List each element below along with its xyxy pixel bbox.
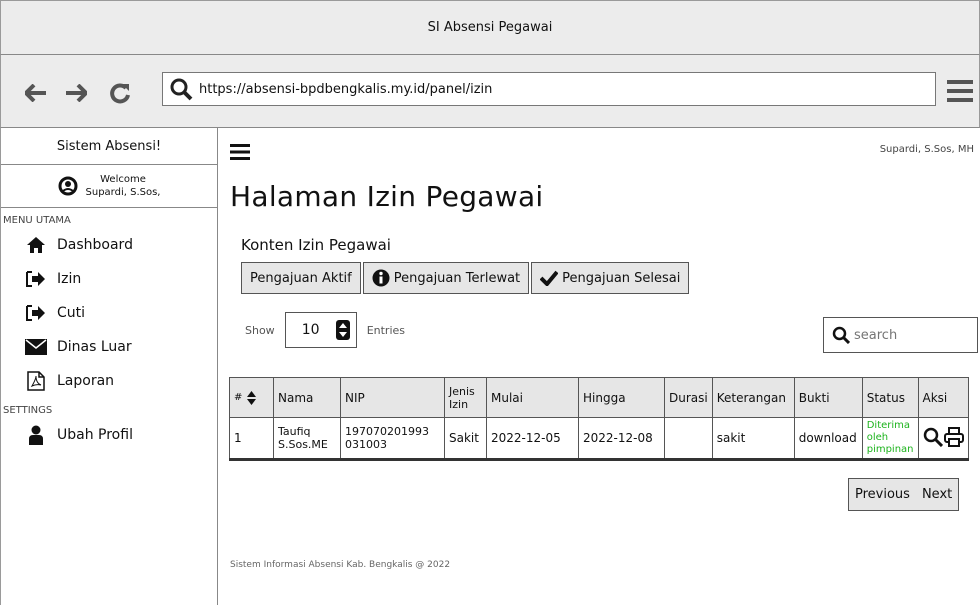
window-title: SI Absensi Pegawai <box>427 20 553 35</box>
search-input[interactable] <box>854 327 964 343</box>
url-input[interactable] <box>199 81 899 97</box>
status-badge: Diterima oleh pimpinan <box>861 417 919 461</box>
sidebar-item-label: Laporan <box>57 373 115 389</box>
col-nama[interactable]: Nama <box>273 377 341 418</box>
col-mulai[interactable]: Mulai <box>486 377 579 418</box>
search-icon <box>832 326 850 344</box>
hamburger-icon[interactable] <box>947 79 973 103</box>
sidebar-item-cuti[interactable]: Cuti <box>1 296 217 330</box>
cell-jenis: Sakit <box>444 417 487 461</box>
refresh-icon[interactable] <box>107 81 133 105</box>
section-menu-utama: MENU UTAMA <box>3 215 71 226</box>
next-button[interactable]: Next <box>916 487 958 502</box>
search-icon <box>170 78 193 101</box>
pdf-file-icon <box>25 371 47 391</box>
col-number[interactable]: # <box>229 377 274 418</box>
check-icon <box>540 270 559 286</box>
browser-toolbar <box>0 55 980 128</box>
cell-mulai: 2022-12-05 <box>486 417 579 461</box>
izin-table: # Nama NIP Jenis Izin Mulai Hingga Duras… <box>229 377 969 461</box>
info-icon <box>372 269 390 287</box>
sidebar-item-label: Izin <box>57 271 82 287</box>
cell-keterangan: sakit <box>711 417 795 461</box>
cell-nip: 197070201993 031003 <box>340 417 445 461</box>
col-status[interactable]: Status <box>861 377 919 418</box>
sidebar-item-ubah-profil[interactable]: Ubah Profil <box>1 418 217 452</box>
window-titlebar: SI Absensi Pegawai <box>0 0 980 55</box>
cell-hingga: 2022-12-08 <box>578 417 665 461</box>
sidebar-item-izin[interactable]: Izin <box>1 262 217 296</box>
sidebar-item-label: Ubah Profil <box>57 427 133 443</box>
footer: Sistem Informasi Absensi Kab. Bengkalis … <box>230 560 451 570</box>
arrow-right-icon[interactable] <box>63 81 89 105</box>
sidebar-brand[interactable]: Sistem Absensi! <box>1 128 217 165</box>
envelope-icon <box>25 337 47 357</box>
sidebar-item-label: Dinas Luar <box>57 339 132 355</box>
download-link[interactable]: download <box>799 431 857 445</box>
arrow-left-icon[interactable] <box>23 81 49 105</box>
table-row: 1 Taufiq S.Sos.ME 197070201993 031003 Sa… <box>229 417 969 461</box>
tab-group: Pengajuan Aktif Pengajuan Terlewat Penga… <box>241 262 691 294</box>
print-icon[interactable] <box>943 426 964 447</box>
col-bukti[interactable]: Bukti <box>793 377 863 418</box>
col-aksi[interactable]: Aksi <box>917 377 969 418</box>
entries-control: Show 10 Entries <box>245 312 405 348</box>
tab-pengajuan-aktif[interactable]: Pengajuan Aktif <box>241 262 361 294</box>
cell-bukti: download <box>793 417 863 461</box>
col-nip[interactable]: NIP <box>340 377 445 418</box>
cell-aksi <box>917 417 969 461</box>
pagination: Previous Next <box>848 478 960 511</box>
sidebar-item-label: Dashboard <box>57 237 133 253</box>
sidebar-item-dashboard[interactable]: Dashboard <box>1 228 217 262</box>
user-icon <box>25 425 47 445</box>
content-subtitle: Konten Izin Pegawai <box>241 236 391 254</box>
sign-in-icon <box>25 303 47 323</box>
sidebar: Sistem Absensi! Welcome Supardi, S.Sos, … <box>0 128 218 605</box>
user-panel: Welcome Supardi, S.Sos, <box>1 165 217 208</box>
col-jenis-izin[interactable]: Jenis Izin <box>444 377 487 418</box>
header-user[interactable]: Supardi, S.Sos, MH <box>880 144 974 155</box>
user-circle-icon <box>58 176 78 196</box>
col-hingga[interactable]: Hingga <box>578 377 665 418</box>
user-name: Supardi, S.Sos, <box>85 187 161 198</box>
section-settings: SETTINGS <box>3 405 53 416</box>
table-search[interactable] <box>823 317 978 353</box>
table-header-row: # Nama NIP Jenis Izin Mulai Hingga Duras… <box>229 377 969 418</box>
sort-arrows-icon <box>335 320 350 340</box>
show-label: Show <box>245 323 275 337</box>
sidebar-item-dinas-luar[interactable]: Dinas Luar <box>1 330 217 364</box>
sign-in-icon <box>25 269 47 289</box>
tab-pengajuan-selesai[interactable]: Pengajuan Selesai <box>531 262 690 294</box>
sidebar-toggle-icon[interactable] <box>230 143 250 161</box>
welcome-label: Welcome <box>100 174 146 185</box>
entries-select[interactable]: 10 <box>284 312 357 348</box>
view-icon[interactable] <box>923 427 943 447</box>
home-icon <box>25 235 47 255</box>
sidebar-item-label: Cuti <box>57 305 86 321</box>
col-keterangan[interactable]: Keterangan <box>711 377 795 418</box>
address-bar[interactable] <box>162 72 936 106</box>
cell-nama: Taufiq S.Sos.ME <box>273 417 341 461</box>
cell-durasi <box>664 417 713 461</box>
tab-pengajuan-terlewat[interactable]: Pengajuan Terlewat <box>362 262 530 294</box>
sort-icon <box>247 390 257 405</box>
sidebar-item-laporan[interactable]: Laporan <box>1 364 217 398</box>
cell-no: 1 <box>229 417 274 461</box>
entries-label: Entries <box>366 323 405 337</box>
previous-button[interactable]: Previous <box>849 487 916 502</box>
col-durasi[interactable]: Durasi <box>664 377 713 418</box>
page-title: Halaman Izin Pegawai <box>230 180 544 213</box>
